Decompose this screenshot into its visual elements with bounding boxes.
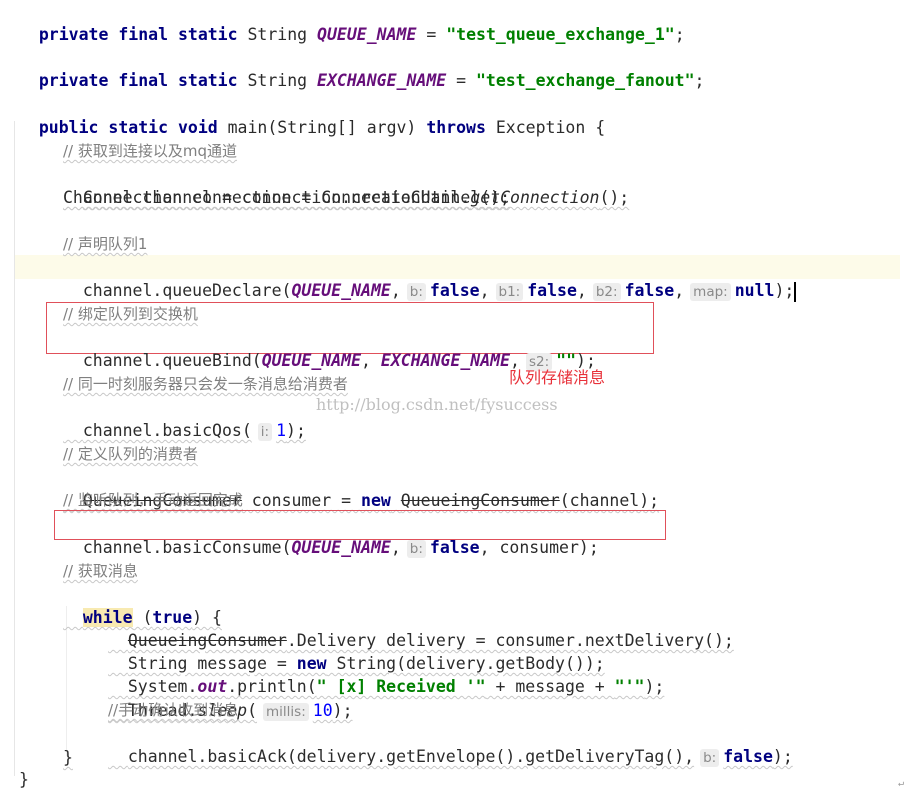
code-line-queue-declare[interactable]: channel.queueDeclare(QUEUE_NAME, b: false,… (63, 256, 797, 302)
code-text: , consumer); (479, 538, 599, 557)
operator: = (446, 71, 476, 90)
comment-get-message: // 获取消息 (63, 562, 138, 580)
comment-manual-ack: //手动确认收到消息 (108, 701, 239, 719)
closing-brace-while: } (63, 748, 73, 767)
code-line-queue-name[interactable]: private final static String QUEUE_NAME =… (19, 0, 685, 44)
code-text: ); (644, 677, 665, 696)
boolean-literal: false (429, 538, 480, 557)
code-text: channel.basicConsume( (82, 538, 292, 557)
code-text: ); (774, 281, 795, 300)
text-caret (794, 281, 797, 302)
code-text: consumer = (241, 491, 362, 510)
comment-listen-queue: // 监听队列，手动返回完成 (63, 491, 243, 509)
code-line-delivery[interactable]: QueueingConsumer.Delivery delivery = con… (108, 606, 734, 650)
code-line-main-signature[interactable]: public static void main(String[] argv) t… (19, 93, 605, 137)
code-text: + message + (485, 677, 615, 696)
param-hint: map: (690, 283, 731, 301)
code-line-basic-qos[interactable]: channel.basicQos( i: 1); (63, 396, 306, 441)
code-text: channel.queueBind( (82, 351, 262, 370)
keyword-new: new (361, 491, 391, 510)
code-line-connection[interactable]: Connection connection = ConnectionUtil.g… (63, 163, 629, 207)
semicolon: ; (694, 71, 705, 90)
code-line-message[interactable]: String message = new String(delivery.get… (108, 629, 605, 673)
constant-name: EXCHANGE_NAME (317, 71, 447, 90)
null-literal: null (734, 281, 775, 300)
string-literal: "test_queue_exchange_1" (446, 25, 675, 44)
code-line-exchange-name[interactable]: private final static String EXCHANGE_NAM… (19, 46, 705, 90)
param-hint: b1: (495, 283, 524, 301)
boolean-literal: false (527, 281, 577, 300)
code-line-while[interactable]: while (true) { (63, 583, 222, 627)
type: String (237, 71, 318, 90)
param-hint: b: (700, 749, 720, 767)
operator: = (416, 25, 447, 44)
code-line-channel[interactable]: Channel channel = connection.createChann… (63, 186, 510, 209)
param-hint: b2: (592, 283, 621, 301)
param-hint: b: (406, 283, 426, 301)
constant-name: QUEUE_NAME (317, 25, 417, 44)
number-literal: 10 (312, 701, 333, 720)
code-text: (); (599, 188, 630, 207)
code-text: ); (286, 421, 306, 440)
comment-declare-queue: // 声明队列1 (63, 235, 148, 253)
code-line-consumer[interactable]: QueueingConsumer consumer = new Queueing… (63, 466, 659, 510)
keyword: private final static (38, 71, 238, 90)
code-text: (channel); (559, 491, 660, 510)
code-line-queue-bind[interactable]: channel.queueBind(QUEUE_NAME, EXCHANGE_N… (63, 326, 596, 371)
comma: , (390, 281, 401, 300)
comment-qos: // 同一时刻服务器只会发一条消息给消费者 (63, 375, 348, 393)
closing-brace-main: } (19, 770, 29, 789)
param-hint: b: (406, 540, 426, 558)
code-text: ); (332, 701, 353, 720)
constant-name: QUEUE_NAME (291, 281, 391, 300)
code-line-basic-consume[interactable]: channel.basicConsume(QUEUE_NAME, b: false,… (63, 513, 599, 558)
boolean-literal: false (624, 281, 675, 300)
constant-name: QUEUE_NAME (261, 351, 362, 370)
param-hint: i: (257, 423, 273, 441)
string-literal: "test_exchange_fanout" (476, 71, 695, 90)
string-literal: "'" (614, 677, 645, 696)
keyword: public static void (38, 118, 218, 137)
code-line-println[interactable]: System.out.println(" [x] Received '" + m… (108, 652, 664, 696)
comment-bind-queue: // 绑定队列到交换机 (63, 305, 198, 323)
param-hint: millis: (263, 703, 309, 721)
code-line-basic-ack[interactable]: channel.basicAck(delivery.getEnvelope().… (108, 722, 793, 767)
code-text: channel.basicAck(delivery.getEnvelope().… (127, 747, 695, 766)
code-text: channel.basicQos( (82, 421, 252, 440)
code-line-sleep[interactable]: Thread.sleep(millis: 10); (108, 676, 353, 721)
constant-name: EXCHANGE_NAME (380, 351, 511, 370)
boolean-literal: false (429, 281, 480, 300)
deprecated-constructor: QueueingConsumer (400, 491, 560, 510)
watermark: http://blog.csdn.net/fysuccess (316, 395, 558, 414)
exception-type: Exception { (485, 118, 606, 137)
semicolon: ; (674, 25, 685, 44)
keyword-throws: throws (426, 118, 486, 137)
constant-name: QUEUE_NAME (291, 538, 391, 557)
annotation-label: 队列存储消息 (509, 368, 606, 387)
boolean-literal: false (723, 747, 773, 766)
code-text: channel.queueDeclare( (82, 281, 292, 300)
comment-get-connection: // 获取到连接以及mq通道 (63, 142, 238, 160)
return-mark-icon: ↵ (898, 778, 905, 789)
method-signature: main(String[] argv) (217, 118, 427, 137)
code-text: ); (772, 747, 793, 766)
comment-define-consumer: // 定义队列的消费者 (63, 445, 198, 463)
keyword: private final static (38, 25, 238, 44)
code-text: ( (247, 701, 258, 720)
number-literal: 1 (276, 421, 287, 440)
type: String (237, 25, 318, 44)
gutter-guide (14, 121, 15, 776)
